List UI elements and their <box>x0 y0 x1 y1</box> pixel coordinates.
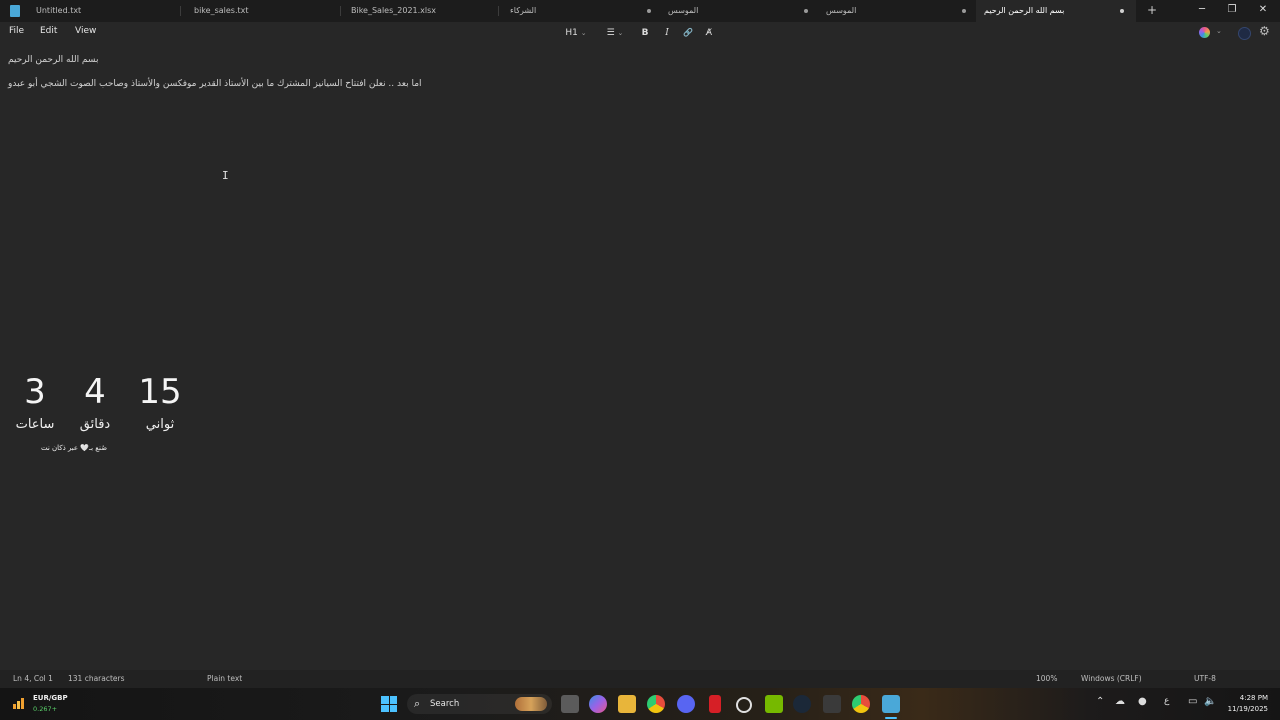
tab-separator <box>340 6 341 16</box>
tab-label: bike_sales.txt <box>194 6 249 15</box>
countdown-hours-label: ساعات <box>15 417 55 432</box>
microphone-icon[interactable]: ● <box>1138 696 1147 707</box>
list-dropdown[interactable]: ☰ ⌄ <box>600 25 630 41</box>
tab-label: الموسس <box>826 6 857 15</box>
account-avatar[interactable] <box>1238 27 1251 40</box>
link-icon: 🔗 <box>683 28 693 37</box>
text-editor[interactable]: بسم الله الرحمن الرحيم اما بعد .. نعلن ا… <box>0 44 1280 670</box>
tab-untitled[interactable]: Untitled.txt <box>30 0 180 22</box>
copilot-icon[interactable] <box>1199 27 1210 38</box>
menu-edit[interactable]: Edit <box>40 26 57 36</box>
sync-icon[interactable] <box>736 697 752 713</box>
status-bar: Ln 4, Col 1 131 characters Plain text 10… <box>0 670 1280 688</box>
close-button[interactable]: ✕ <box>1248 0 1278 22</box>
nvidia-icon[interactable] <box>765 695 783 713</box>
character-count: 131 characters <box>68 674 125 683</box>
heading-dropdown[interactable]: H1 ⌄ <box>562 25 590 41</box>
bold-button[interactable]: B <box>638 25 652 41</box>
steam-icon[interactable] <box>793 695 811 713</box>
clock-date: 11/19/2025 <box>1227 705 1268 713</box>
menu-bar: File Edit View H1 ⌄ ☰ ⌄ B I 🔗 A̸ <box>0 22 1280 44</box>
chevron-down-icon: ⌄ <box>580 29 587 37</box>
file-explorer-icon[interactable] <box>618 695 636 713</box>
discord-icon[interactable] <box>677 695 695 713</box>
countdown-credit: صُنع بـ🤍 عبر ذكان نت <box>40 444 108 452</box>
chrome-profile-icon[interactable] <box>852 695 870 713</box>
countdown-seconds-label: ثواني <box>145 417 175 432</box>
input-language[interactable]: ع <box>1164 696 1169 706</box>
countdown-hours: 3 <box>24 372 46 412</box>
chrome-icon[interactable] <box>647 695 665 713</box>
widget-value: 0.267+ <box>33 705 58 713</box>
link-button[interactable]: 🔗 <box>680 25 696 41</box>
tab-label: بسم الله الرحمن الرحيم <box>984 6 1065 15</box>
taskbar: EUR/GBP 0.267+ ⌕ Search ⌃ ☁ ● ع ▭ 🔈 4:28… <box>0 688 1280 720</box>
line-ending[interactable]: Windows (CRLF) <box>1081 674 1142 683</box>
tab-bike-sales-txt[interactable]: bike_sales.txt <box>188 0 338 22</box>
unsaved-dot-icon <box>962 9 966 13</box>
maximize-button[interactable]: ❐ <box>1217 0 1247 22</box>
search-label: Search <box>430 699 460 709</box>
task-view-icon[interactable] <box>561 695 579 713</box>
editor-line: بسم الله الرحمن الرحيم <box>8 55 99 65</box>
text-format[interactable]: Plain text <box>207 674 242 683</box>
taskbar-search[interactable]: ⌕ Search <box>407 694 552 714</box>
onedrive-cloud-icon[interactable]: ☁ <box>1115 696 1125 707</box>
countdown-minutes-label: دقائق <box>79 417 111 432</box>
chevron-up-icon[interactable]: ⌃ <box>1096 696 1104 707</box>
chevron-down-icon[interactable]: ⌄ <box>1216 27 1222 35</box>
tab-separator <box>180 6 181 16</box>
tab-label: Bike_Sales_2021.xlsx <box>351 6 437 15</box>
pdf-app-icon[interactable] <box>709 695 721 713</box>
tab-label: الموسس <box>668 6 699 15</box>
italic-button[interactable]: I <box>660 25 674 41</box>
minimize-button[interactable]: ─ <box>1187 0 1217 22</box>
notepad-app-icon <box>10 5 20 17</box>
clear-formatting-button[interactable]: A̸ <box>701 25 717 41</box>
title-bar: Untitled.txt bike_sales.txt Bike_Sales_2… <box>0 0 1280 22</box>
clear-formatting-icon: A̸ <box>705 28 713 38</box>
list-icon: ☰ <box>606 28 615 38</box>
menu-view[interactable]: View <box>75 26 96 36</box>
network-icon[interactable]: ▭ <box>1188 696 1197 707</box>
menu-file[interactable]: File <box>9 26 24 36</box>
windows-start-icon[interactable] <box>381 696 397 712</box>
notepad-taskbar-icon[interactable] <box>882 695 900 713</box>
market-widget-icon <box>13 698 24 709</box>
unsaved-dot-icon <box>647 9 651 13</box>
xbox-icon[interactable] <box>823 695 841 713</box>
tab-basmala-active[interactable]: بسم الله الرحمن الرحيم <box>976 0 1136 22</box>
text-cursor-icon: I <box>222 169 229 182</box>
countdown-seconds: 15 <box>138 372 182 412</box>
tab-label: Untitled.txt <box>36 6 82 15</box>
tab-founder-2[interactable]: الموسس <box>818 0 970 22</box>
heading-label: H1 <box>565 28 578 38</box>
unsaved-dot-icon <box>804 9 808 13</box>
zoom-level[interactable]: 100% <box>1036 674 1057 683</box>
settings-gear-icon[interactable]: ⚙ <box>1259 24 1270 38</box>
widget-title: EUR/GBP <box>33 694 68 702</box>
tab-bike-sales-xlsx[interactable]: Bike_Sales_2021.xlsx <box>345 0 495 22</box>
clock-time: 4:28 PM <box>1239 694 1268 702</box>
chevron-down-icon: ⌄ <box>617 29 624 37</box>
editor-line: اما بعد .. نعلن افتتاح السيانيز المشترك … <box>8 79 422 89</box>
tab-label: الشركاء <box>510 6 537 15</box>
tab-separator <box>498 6 499 16</box>
tab-founder-1[interactable]: الموسس <box>660 0 812 22</box>
unsaved-dot-icon <box>1120 9 1124 13</box>
cursor-position[interactable]: Ln 4, Col 1 <box>13 674 53 683</box>
new-tab-button[interactable]: + <box>1145 0 1159 22</box>
active-app-indicator <box>885 717 897 719</box>
copilot-taskbar-icon[interactable] <box>589 695 607 713</box>
tab-partners[interactable]: الشركاء <box>502 0 654 22</box>
search-highlight-badge <box>515 697 547 711</box>
volume-icon[interactable]: 🔈 <box>1204 696 1216 707</box>
countdown-minutes: 4 <box>84 372 106 412</box>
search-icon: ⌕ <box>414 697 421 710</box>
encoding[interactable]: UTF-8 <box>1194 674 1216 683</box>
